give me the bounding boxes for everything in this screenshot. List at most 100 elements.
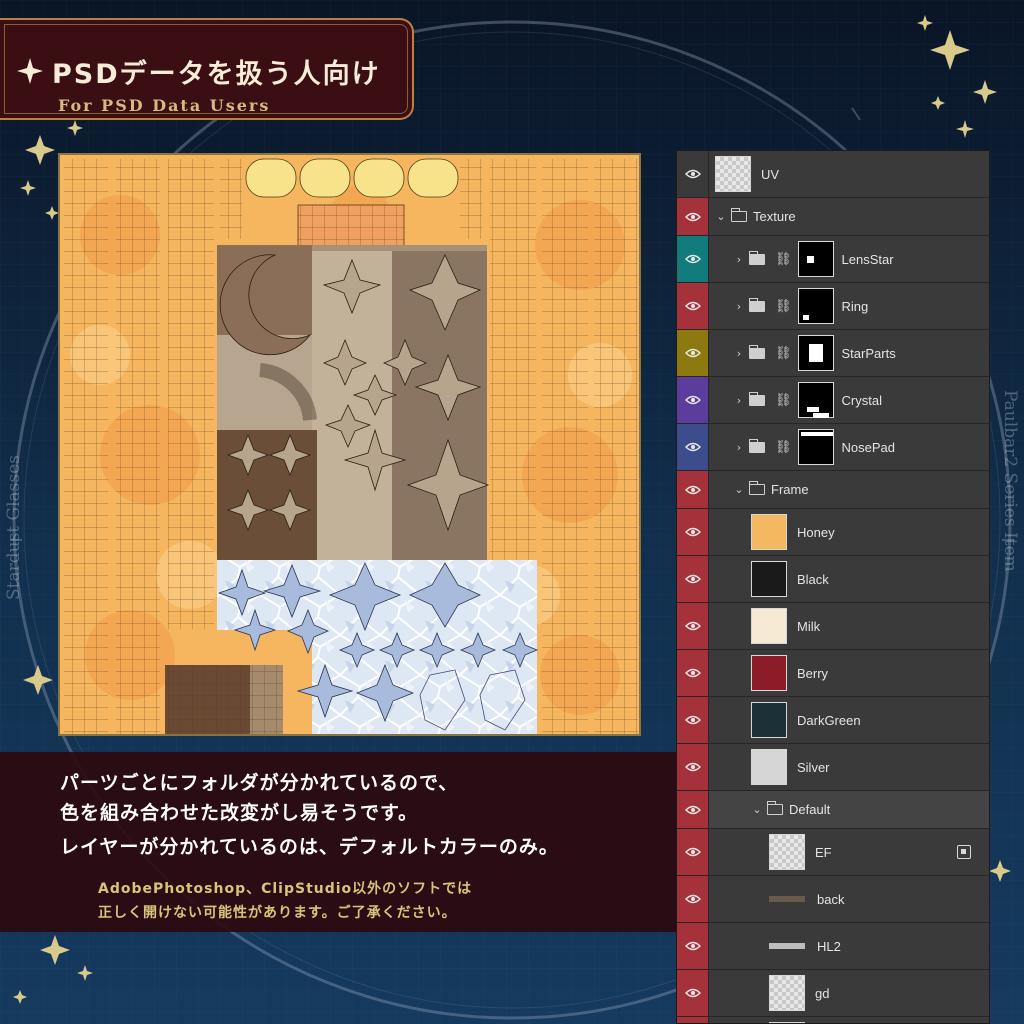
layer-name: Black xyxy=(797,571,829,587)
caption-note-2: 正しく開けない可能性があります。ご了承ください。 xyxy=(98,905,457,921)
layer-row-milk[interactable]: Milk xyxy=(677,603,989,650)
layer-thumbnail xyxy=(751,514,787,550)
visibility-eye-icon[interactable] xyxy=(677,697,709,743)
visibility-eye-icon[interactable] xyxy=(677,556,709,602)
caption-note-1: AdobePhotoshop、ClipStudio以外のソフトでは xyxy=(98,881,473,897)
layer-name: UV xyxy=(761,166,780,182)
layer-row-lensstar[interactable]: › ⛓ LensStar xyxy=(677,236,989,283)
layer-thumbnail xyxy=(751,702,787,738)
layer-mask-thumbnail[interactable] xyxy=(797,241,834,277)
visibility-eye-icon[interactable] xyxy=(677,603,709,649)
layer-body: Berry xyxy=(709,650,989,696)
layer-row-gd[interactable]: gd xyxy=(677,970,989,1017)
layer-row-default[interactable]: ⌄ Default xyxy=(677,791,989,829)
layers-panel[interactable]: UV ⌄ Texture › ⛓ LensStar › ⛓ Ring › ⛓ StarParts › ⛓ C… xyxy=(676,150,990,1024)
texture-artwork xyxy=(60,155,639,734)
layer-row-texture[interactable]: ⌄ Texture xyxy=(677,198,989,236)
visibility-eye-icon[interactable] xyxy=(677,377,709,423)
layer-mask-thumbnail[interactable] xyxy=(797,382,834,418)
chevron-right-icon[interactable]: › xyxy=(733,441,745,454)
folder-icon xyxy=(748,297,765,312)
caption-line-2: 色を組み合わせた改変がし易そうです。 xyxy=(60,802,419,824)
layer-name: Texture xyxy=(753,209,796,224)
chevron-right-icon[interactable]: › xyxy=(733,253,745,266)
visibility-eye-icon[interactable] xyxy=(677,970,709,1016)
layer-body: Milk xyxy=(709,603,989,649)
layer-row-uv[interactable]: UV xyxy=(677,151,989,198)
visibility-eye-icon[interactable] xyxy=(677,876,709,922)
visibility-eye-icon[interactable] xyxy=(677,471,709,508)
chevron-right-icon[interactable]: › xyxy=(733,394,745,407)
layer-name: EF xyxy=(815,844,832,860)
caption-panel: パーツごとにフォルダが分かれているので、 色を組み合わせた改変がし易そうです。 … xyxy=(0,752,676,932)
visibility-eye-icon[interactable] xyxy=(677,283,709,329)
layer-row-silver[interactable]: Silver xyxy=(677,744,989,791)
visibility-eye-icon[interactable] xyxy=(677,236,709,282)
layer-row-frame[interactable]: ⌄ Frame xyxy=(677,471,989,509)
layer-row-honey[interactable]: Honey xyxy=(677,509,989,556)
link-icon[interactable]: ⛓ xyxy=(775,393,792,408)
visibility-eye-icon[interactable] xyxy=(677,424,709,470)
visibility-eye-icon[interactable] xyxy=(677,151,709,197)
link-icon[interactable]: ⛓ xyxy=(775,252,792,267)
layer-row-nosepad[interactable]: › ⛓ NosePad xyxy=(677,424,989,471)
layer-name: Crystal xyxy=(841,392,882,408)
visibility-eye-icon[interactable] xyxy=(677,923,709,969)
link-icon[interactable]: ⛓ xyxy=(775,346,792,361)
layer-body: EF xyxy=(709,829,989,875)
visibility-eye-icon[interactable] xyxy=(677,509,709,555)
layer-body: ⌄ Frame xyxy=(709,471,989,508)
chevron-down-icon[interactable]: ⌄ xyxy=(733,483,745,496)
layer-name: Ring xyxy=(841,298,869,314)
layer-body: › ⛓ NosePad xyxy=(709,424,989,470)
layer-row-berry[interactable]: Berry xyxy=(677,650,989,697)
visibility-eye-icon[interactable] xyxy=(677,198,709,235)
layer-body: Black xyxy=(709,556,989,602)
layer-row-starparts[interactable]: › ⛓ StarParts xyxy=(677,330,989,377)
link-icon[interactable]: ⛓ xyxy=(775,440,792,455)
visibility-eye-icon[interactable] xyxy=(677,650,709,696)
layer-body: › ⛓ StarParts xyxy=(709,330,989,376)
layer-row-crystal[interactable]: › ⛓ Crystal xyxy=(677,377,989,424)
side-text-right: Paulbar2 Series Item xyxy=(1000,390,1020,572)
folder-icon xyxy=(766,801,783,815)
caption-line-1: パーツごとにフォルダが分かれているので、 xyxy=(60,772,459,794)
layer-thumbnail xyxy=(769,943,805,949)
visibility-eye-icon[interactable] xyxy=(677,1017,709,1023)
visibility-eye-icon[interactable] xyxy=(677,791,709,828)
layer-row-darkgreen[interactable]: DarkGreen xyxy=(677,697,989,744)
layer-body: › ⛓ Crystal xyxy=(709,377,989,423)
layer-name: Silver xyxy=(797,759,830,775)
layer-thumbnail xyxy=(769,834,805,870)
layer-body: back xyxy=(709,876,989,922)
folder-icon xyxy=(748,481,765,495)
layer-name: Frame xyxy=(771,482,809,497)
layer-body: Honey xyxy=(709,509,989,555)
visibility-eye-icon[interactable] xyxy=(677,829,709,875)
visibility-eye-icon[interactable] xyxy=(677,330,709,376)
layer-thumbnail xyxy=(751,749,787,785)
layer-name: DarkGreen xyxy=(797,712,861,728)
chevron-down-icon[interactable]: ⌄ xyxy=(715,210,727,223)
layer-row-ring[interactable]: › ⛓ Ring xyxy=(677,283,989,330)
layer-mask-thumbnail[interactable] xyxy=(797,335,834,371)
layer-body: gd xyxy=(709,970,989,1016)
chevron-right-icon[interactable]: › xyxy=(733,300,745,313)
chevron-right-icon[interactable]: › xyxy=(733,347,745,360)
layer-row-black[interactable]: Black xyxy=(677,556,989,603)
layer-name: StarParts xyxy=(841,345,896,361)
layer-thumbnail xyxy=(715,156,751,192)
layer-mask-thumbnail[interactable] xyxy=(797,429,834,465)
layer-row-hl2[interactable]: HL2 xyxy=(677,923,989,970)
layer-row-front[interactable]: Front xyxy=(677,1017,989,1023)
link-icon[interactable]: ⛓ xyxy=(775,299,792,314)
layer-mask-thumbnail[interactable] xyxy=(797,288,834,324)
layer-name: gd xyxy=(815,985,830,1001)
layer-thumbnail xyxy=(769,975,805,1011)
layer-name: Berry xyxy=(797,665,829,681)
layer-row-back[interactable]: back xyxy=(677,876,989,923)
chevron-down-icon[interactable]: ⌄ xyxy=(751,803,763,816)
layer-body: ⌄ Texture xyxy=(709,198,989,235)
layer-row-ef[interactable]: EF xyxy=(677,829,989,876)
visibility-eye-icon[interactable] xyxy=(677,744,709,790)
